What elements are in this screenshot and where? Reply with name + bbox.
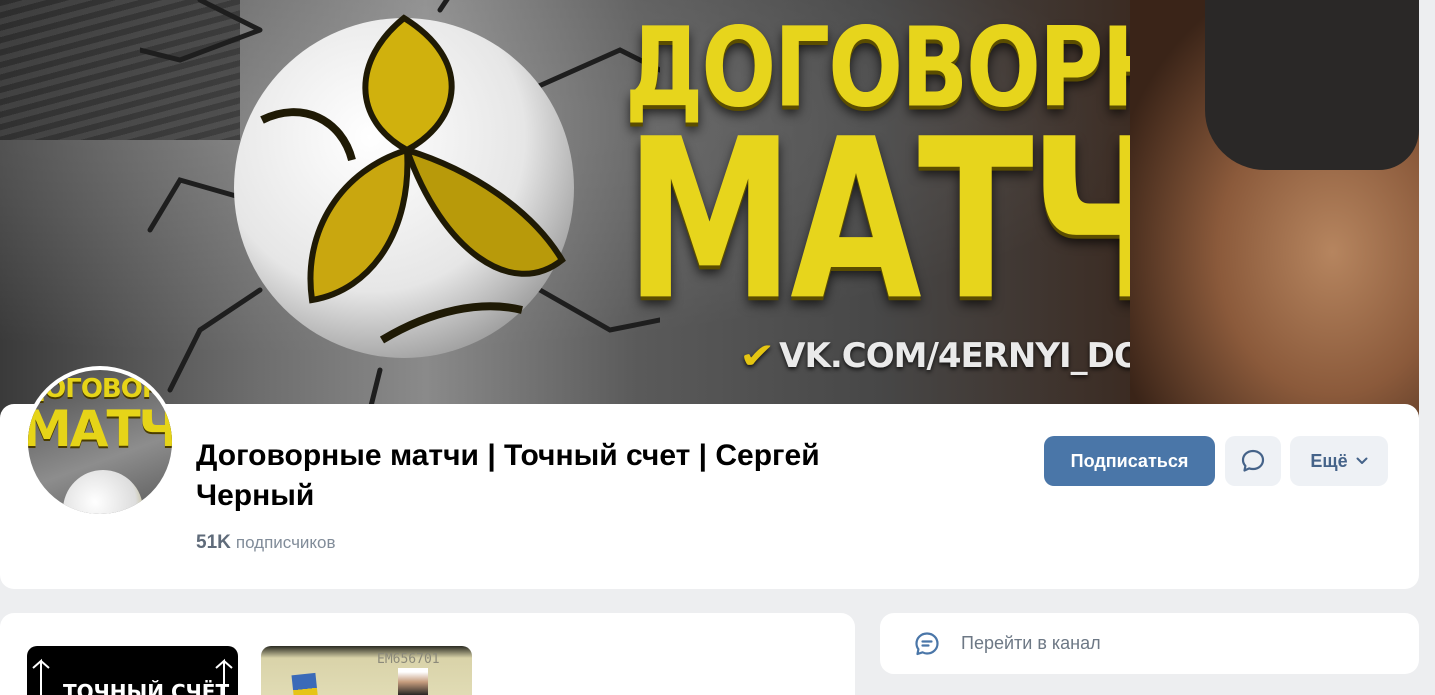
football-ball-graphic <box>234 14 574 358</box>
group-name: Договорные матчи | Точный счет | Сергей … <box>196 439 820 512</box>
subscribers-count: 51K <box>196 532 231 553</box>
message-bubble-icon <box>1241 449 1265 472</box>
avatar-ball-graphic <box>63 470 143 514</box>
chevron-down-icon <box>1356 457 1368 464</box>
more-button-label: Ещё <box>1310 450 1348 471</box>
avatar[interactable]: ДОГОВОРНЫЕ МАТЧИ <box>24 366 176 518</box>
cover-person-photo <box>1130 0 1419 420</box>
cover-banner: ДОГОВОРНЫЕ МАТЧИ ✔ VK.COM/4ERNYI_DOG <box>0 0 1419 420</box>
cover-url: ✔ VK.COM/4ERNYI_DOG <box>739 334 1170 378</box>
subscribe-button[interactable]: Подписаться <box>1044 436 1215 486</box>
vk-logo-icon: ✔ <box>739 335 775 377</box>
media-thumbnail-caption: ТОЧНЫЙ СЧЁТ <box>63 680 230 695</box>
cover-title: ДОГОВОРНЫЕ МАТЧИ <box>625 7 1322 331</box>
go-to-channel-card[interactable]: Перейти в канал <box>880 613 1419 674</box>
document-number: ЕМ656701 <box>377 652 440 667</box>
more-button[interactable]: Ещё <box>1290 436 1388 486</box>
cover-title-line2: МАТЧИ <box>625 92 1305 350</box>
chat-bubble-icon <box>912 629 942 659</box>
media-thumbnail[interactable]: ЕМ656701 <box>261 646 472 695</box>
message-button[interactable] <box>1225 436 1281 486</box>
subscribers-link[interactable]: 51K подписчиков <box>196 532 336 554</box>
subscribers-label: подписчиков <box>235 533 336 552</box>
cover-url-text: VK.COM/4ERNYI_DOG <box>779 336 1170 376</box>
avatar-text-line2: МАТЧИ <box>28 400 172 458</box>
document-photo <box>398 668 428 695</box>
go-to-channel-label: Перейти в канал <box>961 633 1101 653</box>
media-thumbnail[interactable]: ТОЧНЫЙ СЧЁТ <box>27 646 238 695</box>
flag-graphic <box>291 672 319 695</box>
